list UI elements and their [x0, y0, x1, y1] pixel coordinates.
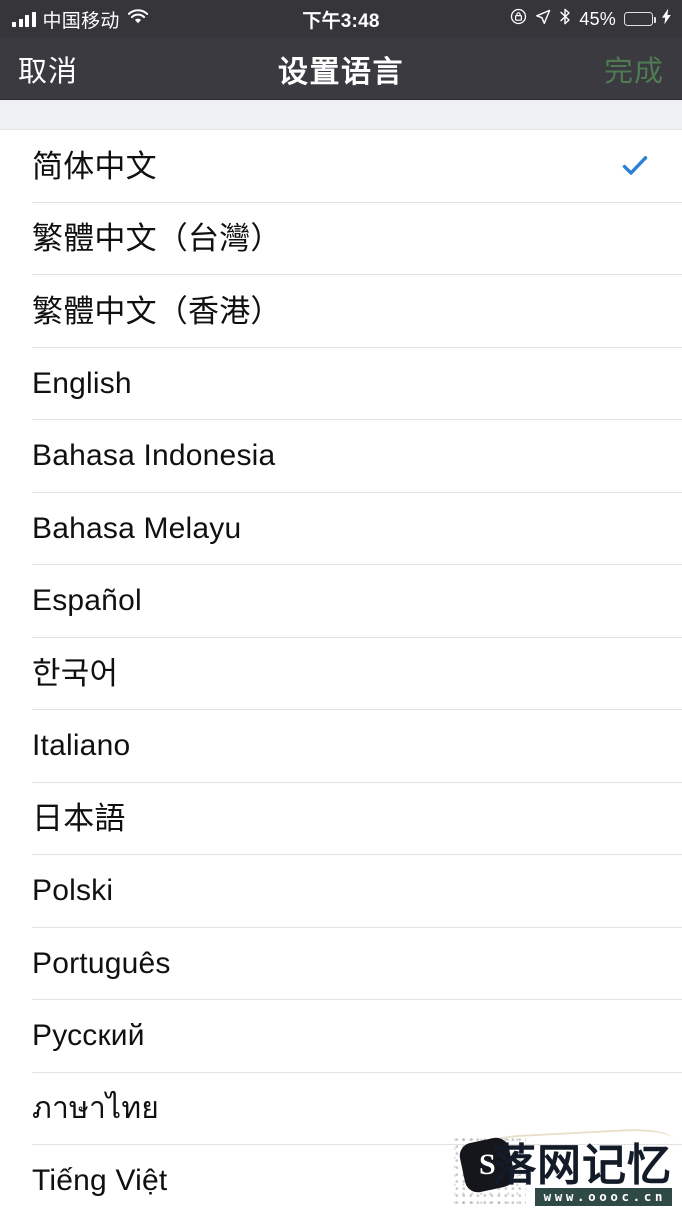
navigation-bar: 取消 设置语言 完成 — [0, 38, 682, 100]
status-bar-right: 45% — [510, 8, 672, 30]
checkmark-icon — [621, 152, 649, 180]
language-row[interactable]: Português — [0, 927, 682, 1000]
language-label: 繁體中文（香港） — [32, 293, 282, 329]
language-row[interactable]: ภาษาไทย — [0, 1072, 682, 1145]
location-arrow-icon — [535, 9, 551, 30]
language-row[interactable]: 日本語 — [0, 782, 682, 855]
language-label: Tiếng Việt — [32, 1164, 168, 1198]
charging-bolt-icon — [661, 8, 672, 30]
page-title: 设置语言 — [278, 55, 404, 89]
language-label: Русский — [32, 1019, 145, 1053]
language-row[interactable]: Italiano — [0, 710, 682, 783]
language-row[interactable]: Русский — [0, 1000, 682, 1073]
rotation-lock-icon — [510, 8, 527, 30]
language-label: English — [32, 366, 132, 400]
done-button[interactable]: 完成 — [604, 48, 664, 90]
language-label: Português — [32, 946, 171, 980]
battery-percent: 45% — [579, 8, 616, 29]
language-label: 한국어 — [32, 656, 119, 692]
language-label: 日本語 — [32, 801, 126, 837]
language-label: 繁體中文（台灣） — [32, 221, 282, 257]
language-row[interactable]: English — [0, 347, 682, 420]
bluetooth-icon — [559, 8, 571, 30]
language-row[interactable]: Bahasa Melayu — [0, 492, 682, 565]
language-label: Italiano — [32, 729, 131, 763]
language-label: ภาษาไทย — [32, 1091, 160, 1125]
language-row[interactable]: 繁體中文（台灣） — [0, 202, 682, 275]
language-label: 简体中文 — [32, 148, 157, 184]
language-row[interactable]: Tiếng Việt — [0, 1145, 682, 1212]
language-label: Polski — [32, 874, 114, 908]
language-row[interactable]: 繁體中文（香港） — [0, 275, 682, 348]
battery-icon — [624, 12, 656, 26]
language-label: Español — [32, 584, 142, 618]
language-row[interactable]: Polski — [0, 855, 682, 928]
section-header-band — [0, 100, 682, 130]
language-label: Bahasa Melayu — [32, 511, 242, 545]
language-list[interactable]: 简体中文繁體中文（台灣） 繁體中文（香港） English Bahasa Indone… — [0, 130, 682, 1212]
language-label: Bahasa Indonesia — [32, 439, 276, 473]
phone-screen: 中国移动 下午3:48 45% 取消 设置语言 完成 简体中文 繁體中文（台灣）… — [0, 0, 682, 1212]
language-row[interactable]: Español — [0, 565, 682, 638]
status-bar: 中国移动 下午3:48 45% — [0, 0, 682, 38]
language-row[interactable]: 한국어 — [0, 637, 682, 710]
language-row[interactable]: Bahasa Indonesia — [0, 420, 682, 493]
language-row[interactable]: 简体中文 — [0, 130, 682, 203]
